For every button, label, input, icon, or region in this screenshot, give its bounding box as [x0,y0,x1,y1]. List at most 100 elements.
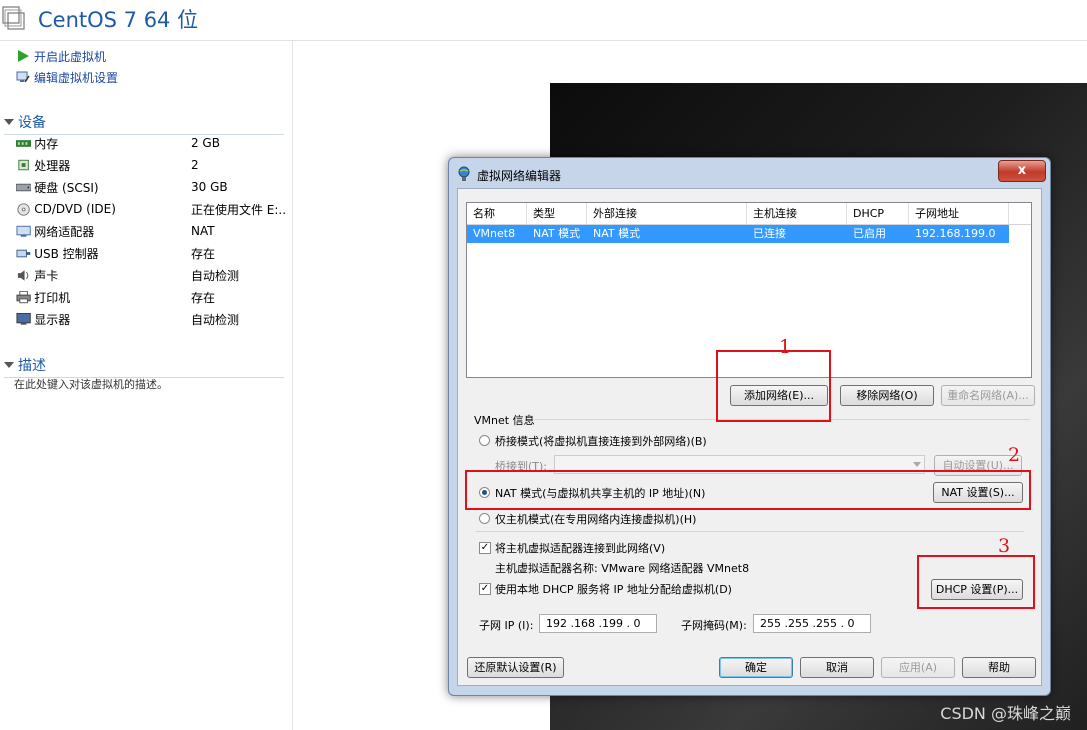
device-value: 正在使用文件 E:... [190,202,286,217]
network-globe-icon [458,166,470,181]
device-name: 打印机 [34,290,71,305]
device-value: 自动检测 [190,312,239,327]
subnet-ip-label: 子网 IP (I): [479,619,534,632]
vm-title: CentOS 7 64 位 [38,8,199,32]
close-button[interactable]: x [998,160,1046,182]
column-header-external[interactable]: 外部连接 [587,203,747,224]
host-only-mode-radio[interactable] [479,513,490,524]
description-section-header[interactable]: 描述 [4,355,284,378]
cell-host-connection: 已连接 [753,227,786,240]
annotation-number-3: 3 [998,535,1011,557]
edit-vm-settings-link[interactable]: 编辑虚拟机设置 [16,68,118,86]
device-name: CD/DVD (IDE) [34,202,116,216]
table-row[interactable]: VMnet8 NAT 模式 NAT 模式 已连接 已启用 192.168.199… [467,225,1009,243]
column-header-dhcp[interactable]: DHCP [847,203,909,224]
column-header-type[interactable]: 类型 [527,203,587,224]
device-row-usb-controller[interactable]: USB 控制器 存在 [16,243,286,263]
cell-name: VMnet8 [473,227,516,240]
memory-icon [16,139,32,147]
virtual-network-editor-dialog: 虚拟网络编辑器 x 名称 类型 外部连接 主机连接 DHCP 子网地址 VMne… [448,157,1051,696]
device-name: 显示器 [34,312,71,327]
cd-icon [17,202,30,216]
annotation-box-2 [465,470,1031,510]
column-header-host-connection[interactable]: 主机连接 [747,203,847,224]
power-on-vm-label: 开启此虚拟机 [34,49,107,64]
host-only-mode-label[interactable]: 仅主机模式(在专用网络内连接虚拟机)(H) [495,511,696,527]
device-row-memory[interactable]: 内存 2 GB [16,133,286,153]
device-row-cd-dvd[interactable]: CD/DVD (IDE) 正在使用文件 E:... [16,199,286,219]
edit-vm-settings-label: 编辑虚拟机设置 [34,70,119,85]
device-name: 硬盘 (SCSI) [34,180,99,195]
device-value: 2 [190,158,199,172]
device-row-printer[interactable]: 打印机 存在 [16,287,286,307]
annotation-box-1 [716,350,831,422]
dialog-titlebar[interactable]: 虚拟网络编辑器 x [449,158,1050,188]
printer-icon [16,290,31,303]
edit-settings-icon [16,71,30,83]
remove-network-button[interactable]: 移除网络(O) [840,385,934,406]
device-value: NAT [190,224,215,238]
cpu-icon [18,159,29,170]
device-value: 自动检测 [190,268,239,283]
cell-dhcp: 已启用 [853,227,886,240]
bridged-mode-radio[interactable] [479,435,490,446]
device-row-sound-card[interactable]: 声卡 自动检测 [16,265,286,285]
subnet-mask-label: 子网掩码(M): [681,619,747,632]
device-name: 声卡 [34,268,59,283]
device-value: 存在 [190,290,215,305]
help-button[interactable]: 帮助 [962,657,1036,678]
vmnet-info-title: VMnet 信息 [474,414,535,427]
dialog-body: 名称 类型 外部连接 主机连接 DHCP 子网地址 VMnet8 NAT 模式 … [457,188,1042,686]
table-header: 名称 类型 外部连接 主机连接 DHCP 子网地址 [467,203,1031,225]
devices-section-title: 设备 [18,115,46,131]
cell-subnet: 192.168.199.0 [915,227,996,240]
disk-icon [16,183,32,191]
device-value: 存在 [190,246,215,261]
device-row-display[interactable]: 显示器 自动检测 [16,309,286,329]
rename-network-button[interactable]: 重命名网络(A)... [941,385,1035,406]
restore-defaults-button[interactable]: 还原默认设置(R) [467,657,564,678]
subnet-mask-input[interactable]: 255 .255 .255 . 0 [753,614,871,633]
device-name: 处理器 [34,158,71,173]
vm-tab-icon [2,6,25,30]
annotation-number-2: 2 [1008,444,1021,466]
group-divider [476,531,1024,532]
adapter-name-label: 主机虚拟适配器名称: VMware 网络适配器 VMnet8 [495,562,750,575]
cell-type: NAT 模式 [533,227,581,240]
cell-external: NAT 模式 [593,227,641,240]
device-name: 网络适配器 [34,224,95,239]
device-value: 2 GB [190,136,220,150]
usb-icon [16,249,31,257]
connect-host-adapter-label[interactable]: 将主机虚拟适配器连接到此网络(V) [495,540,665,556]
device-name: 内存 [34,136,59,151]
column-header-name[interactable]: 名称 [467,203,527,224]
apply-button[interactable]: 应用(A) [881,657,955,678]
annotation-number-1: 1 [779,336,792,358]
device-row-processor[interactable]: 处理器 2 [16,155,286,175]
description-placeholder[interactable]: 在此处键入对该虚拟机的描述。 [14,376,168,392]
collapse-triangle-icon [4,362,14,368]
dialog-title: 虚拟网络编辑器 [477,169,562,183]
annotation-box-3 [917,555,1035,609]
description-section-title: 描述 [18,358,46,374]
column-header-subnet[interactable]: 子网地址 [909,203,1009,224]
ok-button[interactable]: 确定 [719,657,793,678]
device-value: 30 GB [190,180,228,194]
bridged-mode-label[interactable]: 桥接模式(将虚拟机直接连接到外部网络)(B) [495,433,707,449]
subnet-ip-input[interactable]: 192 .168 .199 . 0 [539,614,657,633]
collapse-triangle-icon [4,119,14,125]
cancel-button[interactable]: 取消 [800,657,874,678]
sound-icon [17,269,29,281]
device-name: USB 控制器 [34,246,99,261]
vm-header: CentOS 7 64 位 [0,0,1087,41]
network-icon [16,225,31,237]
devices-section-header[interactable]: 设备 [4,112,284,135]
device-row-hard-disk[interactable]: 硬盘 (SCSI) 30 GB [16,177,286,197]
use-local-dhcp-checkbox[interactable]: ✓ [479,583,491,595]
chevron-down-icon [913,462,921,467]
device-row-network-adapter[interactable]: 网络适配器 NAT [16,221,286,241]
use-local-dhcp-label[interactable]: 使用本地 DHCP 服务将 IP 地址分配给虚拟机(D) [495,581,732,597]
connect-host-adapter-checkbox[interactable]: ✓ [479,542,491,554]
play-icon [18,50,29,62]
power-on-vm-link[interactable]: 开启此虚拟机 [16,47,106,65]
